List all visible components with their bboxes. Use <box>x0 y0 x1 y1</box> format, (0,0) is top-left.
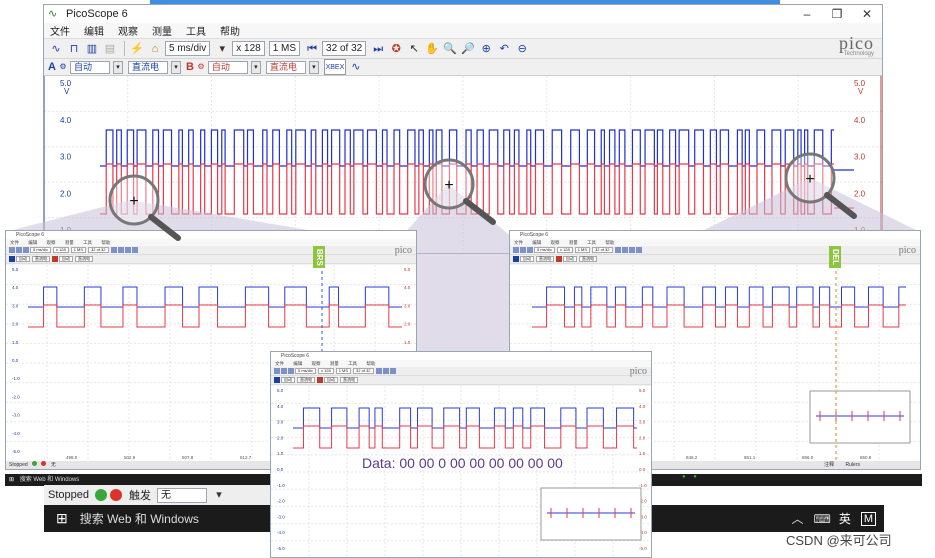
screenshot-stage: ∿ PicoScope 6 – ❐ ✕ 文件 编辑 观察 测量 工具 帮助 ∿ … <box>0 0 935 558</box>
svg-text:+: + <box>805 171 814 188</box>
magnifier-overlay: + + + <box>108 152 857 241</box>
magnifier-icon-center: + <box>423 158 496 225</box>
csdn-watermark: CSDN @来可公司 <box>786 533 892 548</box>
svg-text:+: + <box>129 193 138 210</box>
magnifier-icon-right: + <box>784 152 857 219</box>
magnifier-icon-left: + <box>108 174 181 241</box>
svg-text:+: + <box>444 177 453 194</box>
